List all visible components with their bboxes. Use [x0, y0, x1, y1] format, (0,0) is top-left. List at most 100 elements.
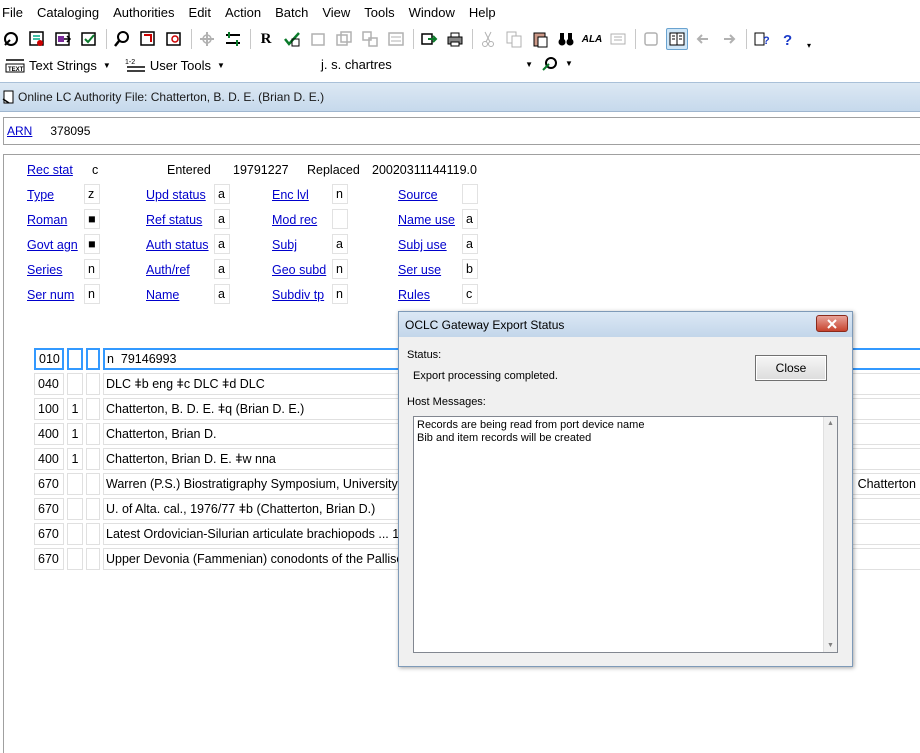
field-ind2[interactable] [86, 523, 100, 545]
field-ind2[interactable] [86, 448, 100, 470]
connexion-logon-icon[interactable] [0, 28, 22, 50]
fixed-field-label[interactable]: Rules [398, 288, 430, 302]
dialog-close-button[interactable] [816, 315, 848, 332]
field-ind1[interactable] [67, 523, 83, 545]
fixed-field-value[interactable]: a [214, 234, 230, 254]
field-ind1[interactable]: 1 [67, 398, 83, 420]
fixed-field-label[interactable]: Name [146, 288, 179, 302]
field-tag[interactable]: 670 [34, 498, 64, 520]
scroll-down-icon[interactable]: ▼ [827, 642, 834, 649]
user-tools-select[interactable]: j. s. chartres ▼ [316, 54, 538, 76]
reformat-icon[interactable]: R [255, 28, 277, 50]
fixed-field-value[interactable]: a [332, 234, 348, 254]
menu-file[interactable]: File [0, 0, 30, 26]
fixed-field-label[interactable]: Auth status [146, 238, 209, 252]
copy-record-icon[interactable] [333, 28, 355, 50]
save-local-icon[interactable] [385, 28, 407, 50]
binoculars-icon[interactable] [555, 28, 577, 50]
messages-scrollbar[interactable]: ▲ ▼ [823, 417, 837, 652]
scroll-up-icon[interactable]: ▲ [827, 420, 834, 427]
menu-tools[interactable]: Tools [357, 0, 401, 26]
fixed-field-value[interactable]: n [332, 284, 348, 304]
field-ind1[interactable]: 1 [67, 448, 83, 470]
insert-from-cited-icon[interactable] [307, 28, 329, 50]
fixed-field-value[interactable] [462, 184, 478, 204]
browse-icon[interactable] [163, 28, 185, 50]
field-tag[interactable]: 670 [34, 473, 64, 495]
field-ind2[interactable] [86, 548, 100, 570]
text-strings-dropdown-icon[interactable]: ▼ [103, 61, 111, 70]
fixed-field-value[interactable]: ■ [84, 209, 100, 229]
field-tag[interactable]: 100 [34, 398, 64, 420]
text-strings-button[interactable]: TEXT Text Strings ▼ [0, 54, 115, 76]
fixed-field-value[interactable]: a [214, 284, 230, 304]
fixed-field-value[interactable]: n [332, 184, 348, 204]
more-icon[interactable]: ▾ [803, 28, 815, 50]
fixed-field-label[interactable]: Subj [272, 238, 297, 252]
help-topics-icon[interactable]: ? [751, 28, 773, 50]
back-icon[interactable] [692, 28, 714, 50]
field-ind1[interactable] [67, 548, 83, 570]
forward-icon[interactable] [718, 28, 740, 50]
derive-icon[interactable] [359, 28, 381, 50]
fixed-field-value[interactable]: c [462, 284, 478, 304]
rec-stat-value[interactable]: c [92, 163, 98, 177]
cut-icon[interactable] [477, 28, 499, 50]
fixed-field-value[interactable]: ■ [84, 234, 100, 254]
field-ind1[interactable] [67, 473, 83, 495]
field-tag[interactable]: 010 [34, 348, 64, 370]
chevron-down-icon[interactable]: ▼ [525, 55, 533, 75]
macro-button[interactable]: ▼ [540, 54, 573, 72]
fixed-field-value[interactable]: a [462, 209, 478, 229]
diacritics-icon[interactable] [607, 28, 629, 50]
book-icon[interactable] [640, 28, 662, 50]
fixed-field-label[interactable]: Name use [398, 213, 455, 227]
menu-view[interactable]: View [315, 0, 357, 26]
fixed-field-value[interactable]: b [462, 259, 478, 279]
field-ind2[interactable] [86, 373, 100, 395]
fixed-field-label[interactable]: Source [398, 188, 438, 202]
fixed-field-label[interactable]: Auth/ref [146, 263, 190, 277]
fixed-field-label[interactable]: Enc lvl [272, 188, 309, 202]
dialog-titlebar[interactable]: OCLC Gateway Export Status [399, 312, 852, 337]
export-icon[interactable] [52, 28, 74, 50]
fixed-field-value[interactable]: n [84, 259, 100, 279]
validate-icon[interactable] [78, 28, 100, 50]
close-button[interactable]: Close [755, 355, 827, 381]
action-icon[interactable] [418, 28, 440, 50]
fixed-field-value[interactable]: z [84, 184, 100, 204]
field-ind2[interactable] [86, 473, 100, 495]
fixed-field-label[interactable]: Subj use [398, 238, 447, 252]
ala-icon[interactable]: ALA [581, 28, 603, 50]
fixed-field-label[interactable]: Series [27, 263, 62, 277]
fixed-field-label[interactable]: Govt agn [27, 238, 78, 252]
authority-search-icon[interactable] [137, 28, 159, 50]
fixed-field-value[interactable]: a [462, 234, 478, 254]
online-save-icon[interactable] [26, 28, 48, 50]
menu-action[interactable]: Action [218, 0, 268, 26]
field-ind2[interactable] [86, 348, 100, 370]
fixed-field-value[interactable]: n [84, 284, 100, 304]
arn-link[interactable]: ARN [7, 124, 32, 138]
field-ind1[interactable] [67, 498, 83, 520]
fixed-field-label[interactable]: Subdiv tp [272, 288, 324, 302]
field-tag[interactable]: 670 [34, 523, 64, 545]
control-headings-icon[interactable] [281, 28, 303, 50]
whats-this-icon[interactable]: ? [777, 28, 799, 50]
fixed-field-label[interactable]: Upd status [146, 188, 206, 202]
fixed-field-label[interactable]: Ref status [146, 213, 202, 227]
field-tag[interactable]: 400 [34, 448, 64, 470]
print-icon[interactable] [444, 28, 466, 50]
user-tools-dropdown-icon[interactable]: ▼ [217, 61, 225, 70]
menu-batch[interactable]: Batch [268, 0, 315, 26]
field-ind2[interactable] [86, 498, 100, 520]
card-icon[interactable] [666, 28, 688, 50]
menu-window[interactable]: Window [402, 0, 462, 26]
search-icon[interactable] [111, 28, 133, 50]
fixed-field-value[interactable]: n [332, 259, 348, 279]
menu-authorities[interactable]: Authorities [106, 0, 181, 26]
fixed-field-label[interactable]: Roman [27, 213, 67, 227]
field-tag[interactable]: 040 [34, 373, 64, 395]
field-tag[interactable]: 400 [34, 423, 64, 445]
fixed-field-label[interactable]: Geo subd [272, 263, 326, 277]
